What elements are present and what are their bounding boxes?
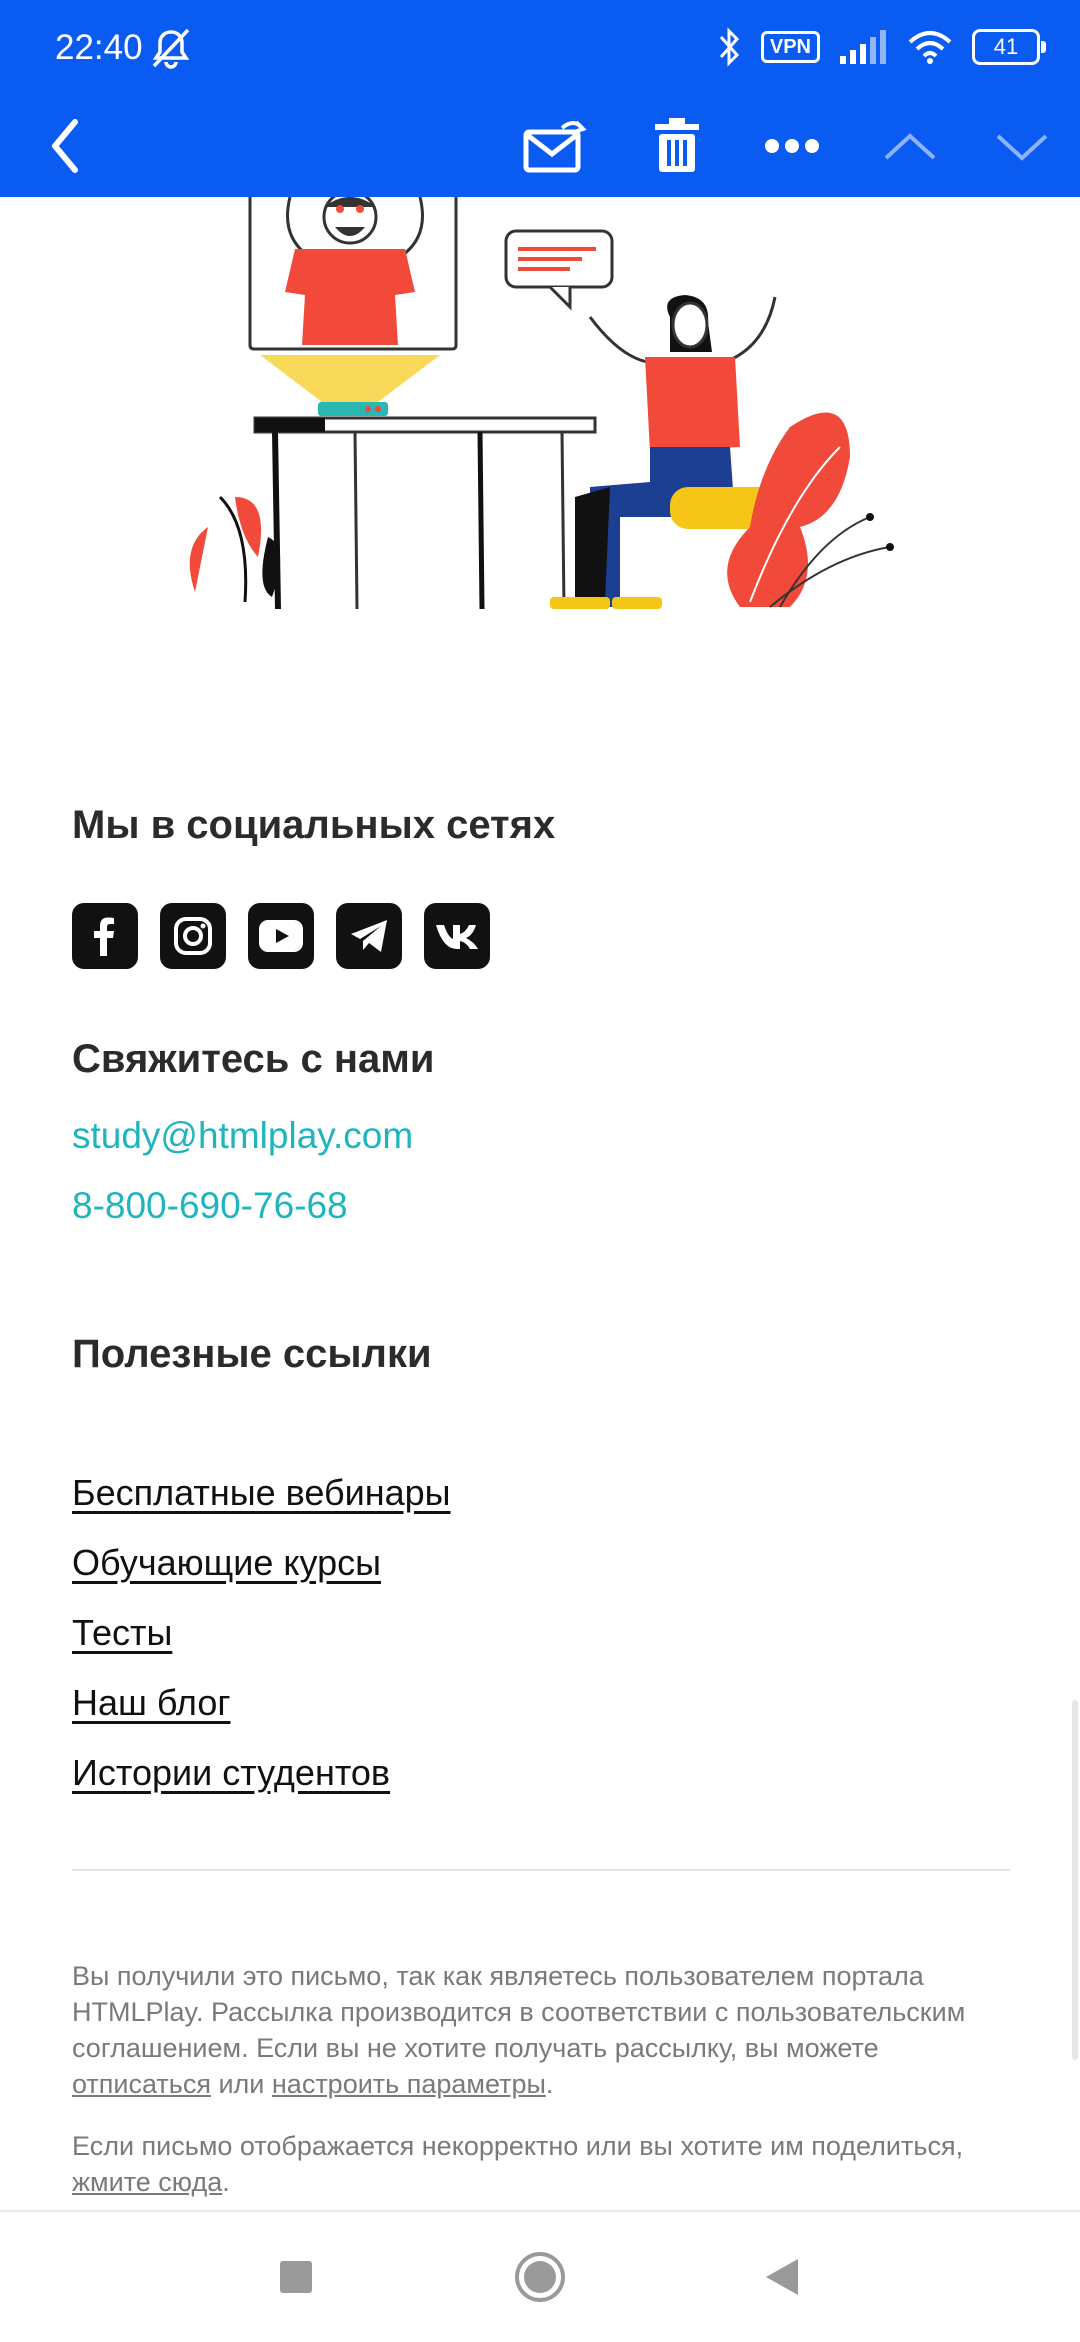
- delete-icon: [655, 118, 699, 172]
- back-button[interactable]: [30, 95, 100, 197]
- home-button[interactable]: [480, 2212, 600, 2342]
- contact-heading: Свяжитесь с нами: [72, 1037, 435, 1081]
- status-time: 22:40: [55, 28, 143, 67]
- signal-icon: [840, 30, 886, 64]
- footer-display-notice: Если письмо отображается некорректно или…: [72, 2128, 1012, 2200]
- status-icons: VPN 41: [717, 22, 1046, 72]
- bluetooth-icon: [719, 27, 739, 67]
- more-button[interactable]: [752, 95, 832, 197]
- previous-button[interactable]: [870, 95, 950, 197]
- link-webinars[interactable]: Бесплатные вебинары: [72, 1472, 451, 1514]
- link-tests[interactable]: Тесты: [72, 1612, 172, 1654]
- home-icon: [515, 2252, 565, 2302]
- settings-link[interactable]: настроить параметры: [272, 2069, 546, 2099]
- links-heading: Полезные ссылки: [72, 1332, 432, 1376]
- facebook-button[interactable]: [72, 903, 138, 969]
- contact-phone-link[interactable]: 8-800-690-76-68: [72, 1185, 348, 1227]
- mark-unread-icon: [523, 120, 587, 173]
- social-heading: Мы в социальных сетях: [72, 803, 556, 847]
- vpn-badge: VPN: [760, 31, 820, 63]
- contact-email-link[interactable]: study@htmlplay.com: [72, 1115, 413, 1157]
- footer-notice-or: или: [210, 2069, 272, 2099]
- link-student-stories[interactable]: Истории студентов: [72, 1752, 390, 1794]
- footer-notice: Вы получили это письмо, так как являетес…: [72, 1958, 1012, 2102]
- youtube-icon: [259, 920, 303, 952]
- more-icon: [765, 139, 819, 153]
- status-bar: 22:40 VPN 41: [0, 0, 1080, 95]
- vk-button[interactable]: [424, 903, 490, 969]
- recents-icon: [280, 2261, 312, 2293]
- footer-notice-end: .: [545, 2069, 554, 2099]
- email-illustration: [189, 197, 894, 610]
- link-blog[interactable]: Наш блог: [72, 1682, 230, 1724]
- mark-unread-button[interactable]: [515, 95, 595, 197]
- delete-button[interactable]: [637, 95, 717, 197]
- previous-icon: [884, 133, 936, 160]
- social-icons: [72, 903, 490, 969]
- mail-toolbar: [0, 95, 1080, 197]
- scrollbar[interactable]: [1072, 1700, 1078, 2060]
- telegram-icon: [351, 920, 387, 952]
- next-button[interactable]: [982, 95, 1062, 197]
- battery-icon: 41: [972, 29, 1046, 65]
- back-nav-button[interactable]: [722, 2212, 842, 2342]
- back-icon: [52, 119, 78, 173]
- vk-icon: [436, 925, 478, 949]
- telegram-button[interactable]: [336, 903, 402, 969]
- mute-icon: [152, 28, 190, 69]
- instagram-icon: [174, 917, 212, 955]
- wifi-icon: [908, 31, 952, 64]
- footer-display-end: .: [222, 2167, 230, 2197]
- footer-divider: [72, 1869, 1010, 1871]
- system-nav-bar: [0, 2210, 1080, 2342]
- facebook-icon: [94, 917, 114, 956]
- youtube-button[interactable]: [248, 903, 314, 969]
- footer-notice-text: Вы получили это письмо, так как являетес…: [72, 1961, 966, 2063]
- recents-button[interactable]: [236, 2212, 356, 2342]
- top-app-bar: 22:40 VPN 41: [0, 0, 1080, 197]
- unsubscribe-link[interactable]: отписаться: [72, 2069, 211, 2099]
- back-triangle-icon: [766, 2259, 798, 2295]
- footer-display-text: Если письмо отображается некорректно или…: [72, 2131, 964, 2161]
- click-here-link[interactable]: жмите сюда: [72, 2167, 222, 2197]
- instagram-button[interactable]: [160, 903, 226, 969]
- next-icon: [996, 134, 1048, 161]
- link-courses[interactable]: Обучающие курсы: [72, 1542, 381, 1584]
